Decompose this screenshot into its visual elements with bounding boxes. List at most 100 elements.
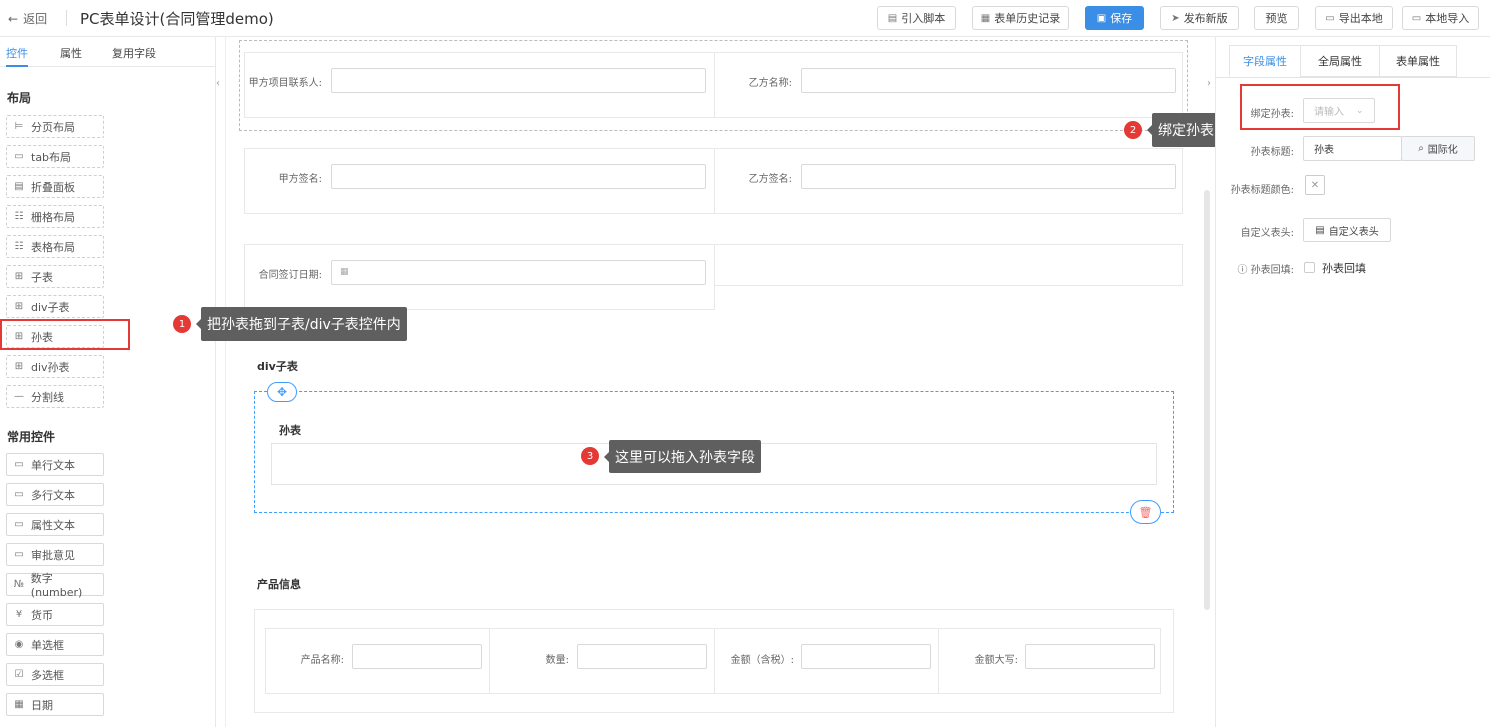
active-tab-indicator [6,65,28,67]
party-b-name-input[interactable] [801,68,1176,93]
control-div-grand-table[interactable]: ⊞ div孙表 [6,355,104,378]
history-button[interactable]: ▦ 表单历史记录 [972,6,1069,30]
control-attribute-text[interactable]: ▭ 属性文本 [6,513,104,536]
import-local-button[interactable]: ▭ 本地导入 [1402,6,1479,30]
tab-controls[interactable]: 控件 [6,45,28,61]
i18n-label: 国际化 [1427,145,1458,156]
control-currency[interactable]: ¥ 货币 [6,603,104,626]
tab-global-properties[interactable]: 全局属性 [1300,45,1380,77]
control-table-layout[interactable]: ☷ 表格布局 [6,235,104,258]
tab-form-properties[interactable]: 表单属性 [1379,45,1457,77]
div-subtable-title: div子表 [257,360,298,373]
cell-divider [714,52,715,118]
backfill-checkbox[interactable] [1304,262,1315,273]
control-date[interactable]: ▦ 日期 [6,693,104,716]
radio-icon: ◉ [14,639,24,650]
tab-properties[interactable]: 属性 [60,45,82,61]
control-label: 多选框 [31,668,64,682]
save-button[interactable]: ▣ 保存 [1085,6,1144,30]
amount-label: 金额（含税）: [730,655,794,666]
control-page-layout[interactable]: ⊨ 分页布局 [6,115,104,138]
collapse-right-icon[interactable]: › [1207,78,1211,89]
control-tab-layout[interactable]: ▭ tab布局 [6,145,104,168]
common-section-title: 常用控件 [7,430,56,444]
folder-open-icon: ▭ [1411,12,1422,24]
tab-reuse-fields[interactable]: 复用字段 [112,45,156,61]
help-icon: ⓘ [1237,265,1248,276]
control-radio[interactable]: ◉ 单选框 [6,633,104,656]
grand-table-title: 孙表 [279,424,301,437]
empty-cell [714,244,1183,286]
import-script-label: 引入脚本 [901,12,946,25]
quantity-label: 数量: [545,655,569,666]
product-name-input[interactable] [352,644,482,669]
calendar-icon: ▦ [340,267,349,277]
control-checkbox[interactable]: ☑ 多选框 [6,663,104,686]
move-icon[interactable]: ✥ [267,382,297,402]
product-name-label: 产品名称: [300,655,344,666]
publish-label: 发布新版 [1183,12,1228,25]
control-subtable[interactable]: ⊞ 子表 [6,265,104,288]
collapse-left-icon[interactable]: ‹ [216,78,224,89]
cell-divider [938,628,939,694]
tab-field-properties[interactable]: 字段属性 [1229,45,1301,77]
quantity-input[interactable] [577,644,707,669]
save-icon: ▣ [1096,12,1107,24]
callout-badge-3: 3 [581,447,599,465]
control-label: 折叠面板 [31,180,75,194]
callout-badge-2: 2 [1124,121,1142,139]
control-label: 审批意见 [31,548,75,562]
grid-layout-icon: ☷ [14,211,24,222]
control-label: 表格布局 [31,240,75,254]
backfill-checkbox-label: 孙表回填 [1322,262,1366,275]
bind-grand-table-label: 绑定孙表: [1250,109,1294,120]
highlight-grand-table-control [0,319,130,350]
arrow-left-icon: ← [8,11,19,26]
control-label: 属性文本 [31,518,75,532]
approval-icon: ▭ [14,549,24,560]
party-a-sign-input[interactable] [331,164,706,189]
textarea-icon: ▭ [14,489,24,500]
custom-header-button[interactable]: ▤ 自定义表头 [1303,218,1391,242]
control-div-subtable[interactable]: ⊞ div子表 [6,295,104,318]
control-single-line-text[interactable]: ▭ 单行文本 [6,453,104,476]
top-toolbar: ← 返回 PC表单设计(合同管理demo) ▤ 引入脚本 ▦ 表单历史记录 ▣ … [0,0,1490,37]
delete-icon[interactable]: 🗑 [1130,500,1161,524]
number-icon: № [13,579,25,590]
party-a-contact-input[interactable] [331,68,706,93]
amount-input[interactable] [801,644,931,669]
currency-icon: ¥ [15,609,23,620]
backfill-label-text: 孙表回填: [1250,265,1294,276]
collapse-panel-icon: ▤ [14,181,24,192]
back-button[interactable]: ← 返回 [8,10,47,27]
product-section-title: 产品信息 [257,578,301,591]
party-b-sign-input[interactable] [801,164,1176,189]
preview-label: 预览 [1265,12,1288,25]
control-multi-line-text[interactable]: ▭ 多行文本 [6,483,104,506]
file-icon: ▤ [887,12,898,24]
amount-upper-input[interactable] [1025,644,1155,669]
control-label: 货币 [31,608,53,622]
sign-date-picker[interactable]: ▦ [331,260,706,285]
party-b-name-label: 乙方名称: [748,78,792,89]
control-approval-opinion[interactable]: ▭ 审批意见 [6,543,104,566]
preview-button[interactable]: 预览 [1254,6,1299,30]
tab-layout-icon: ▭ [14,151,24,162]
export-local-label: 导出本地 [1338,12,1383,25]
publish-button[interactable]: ➤ 发布新版 [1160,6,1239,30]
export-local-button[interactable]: ▭ 导出本地 [1315,6,1393,30]
grand-table-title-input[interactable]: 孙表 [1303,136,1402,161]
search-icon: ⌕ [1418,143,1424,154]
cell-divider [714,148,715,214]
header-divider [66,10,67,26]
canvas-scrollbar[interactable] [1204,190,1210,610]
import-script-button[interactable]: ▤ 引入脚本 [877,6,956,30]
control-grid-layout[interactable]: ☷ 栅格布局 [6,205,104,228]
control-collapse-panel[interactable]: ▤ 折叠面板 [6,175,104,198]
control-number[interactable]: № 数字(number) [6,572,104,599]
send-icon: ➤ [1171,12,1180,24]
bind-grand-table-select[interactable]: 请输入 ⌄ [1303,98,1375,123]
color-picker[interactable]: ✕ [1305,175,1325,195]
control-divider[interactable]: — 分割线 [6,385,104,408]
i18n-button[interactable]: ⌕ 国际化 [1401,136,1475,161]
